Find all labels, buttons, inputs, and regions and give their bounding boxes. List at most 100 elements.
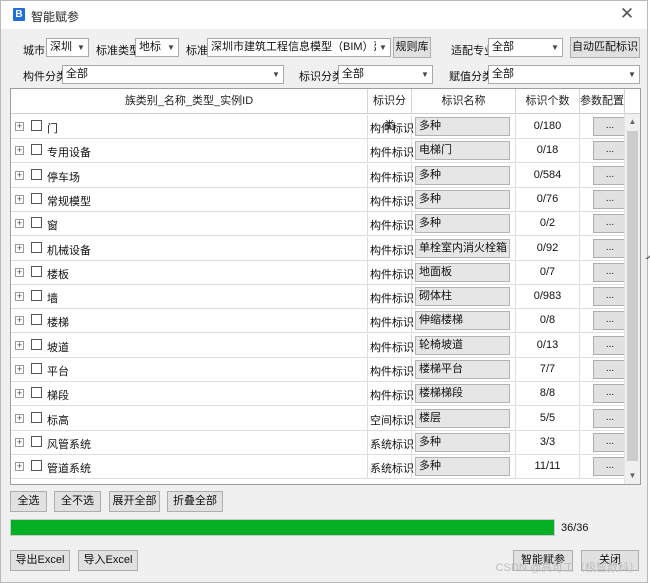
mark-name-field[interactable]: 单栓室内消火栓箱 [415,238,510,258]
discipline-select[interactable]: 全部 ▼ [488,38,563,57]
header-mark-category[interactable]: 标识分类 [368,89,412,132]
mark-name-field[interactable]: 多种 [415,189,510,209]
param-config-button[interactable]: ... [593,360,627,379]
param-config-button[interactable]: ... [593,457,627,477]
expand-toggle-icon[interactable]: + [15,292,24,302]
expand-toggle-icon[interactable]: + [15,437,24,447]
row-checkbox[interactable] [31,338,42,350]
expand-toggle-icon[interactable]: + [15,316,24,326]
auto-match-button[interactable]: 自动匹配标识 [570,37,640,58]
table-row[interactable]: + 风管系统 系统标识 多种 3/3... [11,430,627,455]
component-category-select[interactable]: 全部 ▼ [62,65,284,84]
table-row[interactable]: + 平台 构件标识 楼梯平台 7/7... [11,358,627,382]
row-checkbox[interactable] [31,168,42,180]
select-none-button[interactable]: 全不选 [54,491,101,512]
mark-name-field[interactable]: 多种 [415,214,510,234]
standard-type-select[interactable]: 地标 ▼ [135,38,179,57]
param-config-button[interactable]: ... [593,238,627,258]
param-config-button[interactable]: ... [593,408,627,428]
header-mark-count[interactable]: 标识个数 [516,89,580,114]
table-row[interactable]: + 专用设备 构件标识 电梯门 0/18... [11,139,627,164]
value-category-select[interactable]: 全部 ▼ [488,65,640,84]
scroll-up-icon[interactable]: ▲ [625,114,640,130]
mark-name-field[interactable]: 多种 [415,117,510,136]
row-checkbox[interactable] [31,290,42,302]
mark-name-field[interactable]: 砌体柱 [415,287,510,307]
row-checkbox[interactable] [31,241,42,253]
expand-toggle-icon[interactable]: + [15,170,24,180]
standard-select[interactable]: 深圳市建筑工程信息模型（BIM）建模手 ▼ [207,38,391,57]
param-config-button[interactable]: ... [593,384,627,404]
mark-name-field[interactable]: 楼层 [415,408,510,428]
city-select[interactable]: 深圳 ▼ [46,38,89,57]
table-row[interactable]: + 管道系统 系统标识 多种 11/11... [11,455,627,480]
mark-name-field[interactable]: 地面板 [415,262,510,282]
param-config-button[interactable]: ... [593,189,627,209]
mark-name-field[interactable]: 轮椅坡道 [415,335,510,355]
expand-toggle-icon[interactable]: + [15,389,24,399]
row-checkbox[interactable] [31,192,42,204]
table-row[interactable]: + 常规模型 构件标识 多种 0/76... [11,187,627,212]
expand-toggle-icon[interactable]: + [15,340,24,350]
expand-toggle-icon[interactable]: + [15,219,24,229]
row-checkbox[interactable] [31,435,42,447]
mark-name-field[interactable]: 多种 [415,165,510,185]
mark-name-field[interactable]: 多种 [415,457,510,477]
row-checkbox[interactable] [31,411,42,423]
table-row[interactable]: + 梯段 构件标识 楼梯梯段 8/8... [11,382,627,407]
row-checkbox[interactable] [31,314,42,326]
expand-toggle-icon[interactable]: + [15,267,24,277]
row-checkbox[interactable] [31,217,42,229]
param-config-button[interactable]: ... [593,287,627,307]
row-checkbox[interactable] [31,120,42,131]
header-mark-name[interactable]: 标识名称 [412,89,516,114]
param-config-button[interactable]: ... [593,214,627,234]
header-param-config[interactable]: 参数配置 [580,89,625,114]
table-row[interactable]: + 楼梯 构件标识 伸缩楼梯 0/8... [11,309,627,334]
scroll-down-icon[interactable]: ▼ [625,468,640,484]
mark-name-field[interactable]: 多种 [415,432,510,452]
expand-toggle-icon[interactable]: + [15,462,24,472]
row-checkbox[interactable] [31,144,42,156]
table-row[interactable]: + 标高 空间标识 楼层 5/5... [11,406,627,431]
import-excel-button[interactable]: 导入Excel [78,550,138,571]
expand-toggle-icon[interactable]: + [15,365,24,374]
row-checkbox[interactable] [31,363,42,374]
param-config-button[interactable]: ... [593,335,627,355]
select-all-button[interactable]: 全选 [10,491,47,512]
row-checkbox[interactable] [31,460,42,472]
row-checkbox[interactable] [31,265,42,277]
mark-name-field[interactable]: 电梯门 [415,141,510,161]
header-family-name[interactable]: 族类别_名称_类型_实例ID [11,89,368,114]
table-row[interactable]: + 门构件标识 多种 0/180... [11,115,627,139]
table-row[interactable]: + 墙构件标识 砌体柱 0/983... [11,285,627,310]
table-row[interactable]: + 窗构件标识 多种 0/2... [11,212,627,237]
param-config-button[interactable]: ... [593,141,627,161]
row-checkbox[interactable] [31,387,42,399]
param-config-button[interactable]: ... [593,262,627,282]
expand-toggle-icon[interactable]: + [15,194,24,204]
table-row[interactable]: + 楼板 构件标识 地面板 0/7... [11,260,627,285]
table-row[interactable]: + 机械设备 构件标识 单栓室内消火栓箱 0/92... [11,236,627,261]
expand-toggle-icon[interactable]: + [15,122,24,131]
close-icon[interactable]: ✕ [615,3,639,25]
table-row[interactable]: + 停车场 构件标识 多种 0/584... [11,163,627,188]
mark-name-field[interactable]: 楼梯平台 [415,360,510,379]
param-config-button[interactable]: ... [593,117,627,136]
expand-all-button[interactable]: 展开全部 [109,491,160,512]
expand-toggle-icon[interactable]: + [15,413,24,423]
mark-category-select[interactable]: 全部 ▼ [338,65,433,84]
param-config-button[interactable]: ... [593,311,627,331]
expand-toggle-icon[interactable]: + [15,146,24,156]
rules-library-button[interactable]: 规则库 [393,37,431,58]
mark-name-field[interactable]: 楼梯梯段 [415,384,510,404]
export-excel-button[interactable]: 导出Excel [10,550,70,571]
table-row[interactable]: + 坡道 构件标识 轮椅坡道 0/13... [11,333,627,358]
scroll-thumb[interactable] [627,131,638,461]
collapse-all-button[interactable]: 折叠全部 [167,491,223,512]
expand-toggle-icon[interactable]: + [15,243,24,253]
vertical-scrollbar[interactable]: ▲ ▼ [624,114,640,484]
param-config-button[interactable]: ... [593,165,627,185]
param-config-button[interactable]: ... [593,432,627,452]
mark-name-field[interactable]: 伸缩楼梯 [415,311,510,331]
